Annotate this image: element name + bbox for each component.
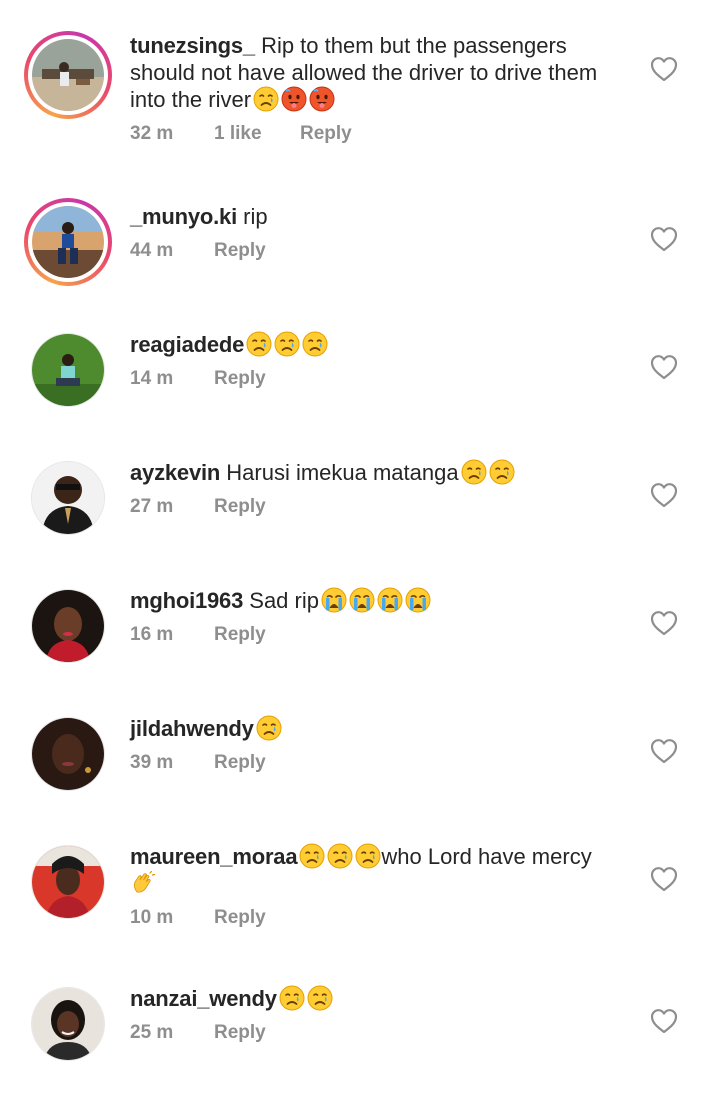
sad-tear-emoji xyxy=(253,86,279,112)
comment-time: 14 m xyxy=(130,368,174,389)
sad-tear-emoji xyxy=(461,459,487,485)
comment-body: tunezsings_ Rip to them but the passenge… xyxy=(130,32,630,145)
reply-button[interactable]: Reply xyxy=(214,752,266,774)
sad-tear-emoji xyxy=(299,843,325,869)
comment-time: 25 m xyxy=(130,1022,174,1043)
comment-username[interactable]: mghoi1963 xyxy=(130,588,243,613)
comment-username[interactable]: _munyo.ki xyxy=(130,204,237,229)
avatar xyxy=(32,39,104,111)
reply-button[interactable]: Reply xyxy=(214,496,266,518)
sad-tear-emoji xyxy=(489,459,515,485)
comment-like-count[interactable]: 1 like xyxy=(214,123,300,145)
comment-body: maureen_moraa who Lord have mercy 10 m Rep… xyxy=(130,843,630,929)
comment-body: ayzkevin Harusi imekua matanga 27 m Reply xyxy=(130,459,630,518)
comment-text: who Lord have mercy xyxy=(381,844,592,869)
comments-list: tunezsings_ Rip to them but the passenge… xyxy=(0,0,712,1098)
comment-username[interactable]: ayzkevin xyxy=(130,460,220,485)
clapping-hands-emoji xyxy=(130,870,156,896)
avatar-frame[interactable] xyxy=(24,326,112,414)
heart-outline-icon[interactable] xyxy=(650,866,678,892)
avatar xyxy=(32,988,104,1060)
comment-time: 39 m xyxy=(130,752,174,773)
avatar xyxy=(32,846,104,918)
comment-username[interactable]: reagiadede xyxy=(130,332,244,357)
comment-username[interactable]: jildahwendy xyxy=(130,716,254,741)
avatar-story-ring[interactable] xyxy=(24,31,112,119)
comment-body: jildahwendy 39 m Reply xyxy=(130,715,630,774)
avatar xyxy=(32,206,104,278)
comment-time: 27 m xyxy=(130,496,174,517)
comment-text: Sad rip xyxy=(249,588,319,613)
avatar-frame[interactable] xyxy=(24,838,112,926)
avatar xyxy=(32,590,104,662)
comment-body: reagiadede 14 m Reply xyxy=(130,331,630,390)
comment-time: 10 m xyxy=(130,907,174,928)
reply-button[interactable]: Reply xyxy=(214,368,266,390)
reply-button[interactable]: Reply xyxy=(214,624,266,646)
heart-outline-icon[interactable] xyxy=(650,482,678,508)
comment-body: _munyo.ki rip 44 m Reply xyxy=(130,203,630,262)
avatar-frame[interactable] xyxy=(24,710,112,798)
reply-button[interactable]: Reply xyxy=(300,123,352,145)
comment-time: 44 m xyxy=(130,240,174,261)
comment-text: Harusi imekua matanga xyxy=(226,460,459,485)
comment-username[interactable]: nanzai_wendy xyxy=(130,986,277,1011)
avatar xyxy=(32,334,104,406)
avatar xyxy=(32,718,104,790)
sad-tear-emoji xyxy=(274,331,300,357)
avatar-frame[interactable] xyxy=(24,582,112,670)
hot-face-emoji xyxy=(309,86,335,112)
comment-username[interactable]: maureen_moraa xyxy=(130,844,298,869)
comment-time: 16 m xyxy=(130,624,174,645)
sad-tear-emoji xyxy=(256,715,282,741)
avatar xyxy=(32,462,104,534)
heart-outline-icon[interactable] xyxy=(650,738,678,764)
crying-emoji xyxy=(405,587,431,613)
comment-body: nanzai_wendy 25 m Reply xyxy=(130,985,630,1044)
sad-tear-emoji xyxy=(279,985,305,1011)
heart-outline-icon[interactable] xyxy=(650,1008,678,1034)
comment-body: mghoi1963 Sad rip 16 m Reply xyxy=(130,587,630,646)
crying-emoji xyxy=(321,587,347,613)
sad-tear-emoji xyxy=(302,331,328,357)
heart-outline-icon[interactable] xyxy=(650,226,678,252)
avatar-frame[interactable] xyxy=(24,980,112,1068)
sad-tear-emoji xyxy=(307,985,333,1011)
comment-time: 32 m xyxy=(130,123,174,144)
hot-face-emoji xyxy=(281,86,307,112)
comment-username[interactable]: tunezsings_ xyxy=(130,33,255,58)
heart-outline-icon[interactable] xyxy=(650,56,678,82)
comment-text: rip xyxy=(243,204,268,229)
heart-outline-icon[interactable] xyxy=(650,610,678,636)
reply-button[interactable]: Reply xyxy=(214,240,266,262)
crying-emoji xyxy=(349,587,375,613)
heart-outline-icon[interactable] xyxy=(650,354,678,380)
sad-tear-emoji xyxy=(327,843,353,869)
avatar-story-ring[interactable] xyxy=(24,198,112,286)
sad-tear-emoji xyxy=(355,843,381,869)
reply-button[interactable]: Reply xyxy=(214,1022,266,1044)
sad-tear-emoji xyxy=(246,331,272,357)
avatar-frame[interactable] xyxy=(24,454,112,542)
crying-emoji xyxy=(377,587,403,613)
reply-button[interactable]: Reply xyxy=(214,907,266,929)
